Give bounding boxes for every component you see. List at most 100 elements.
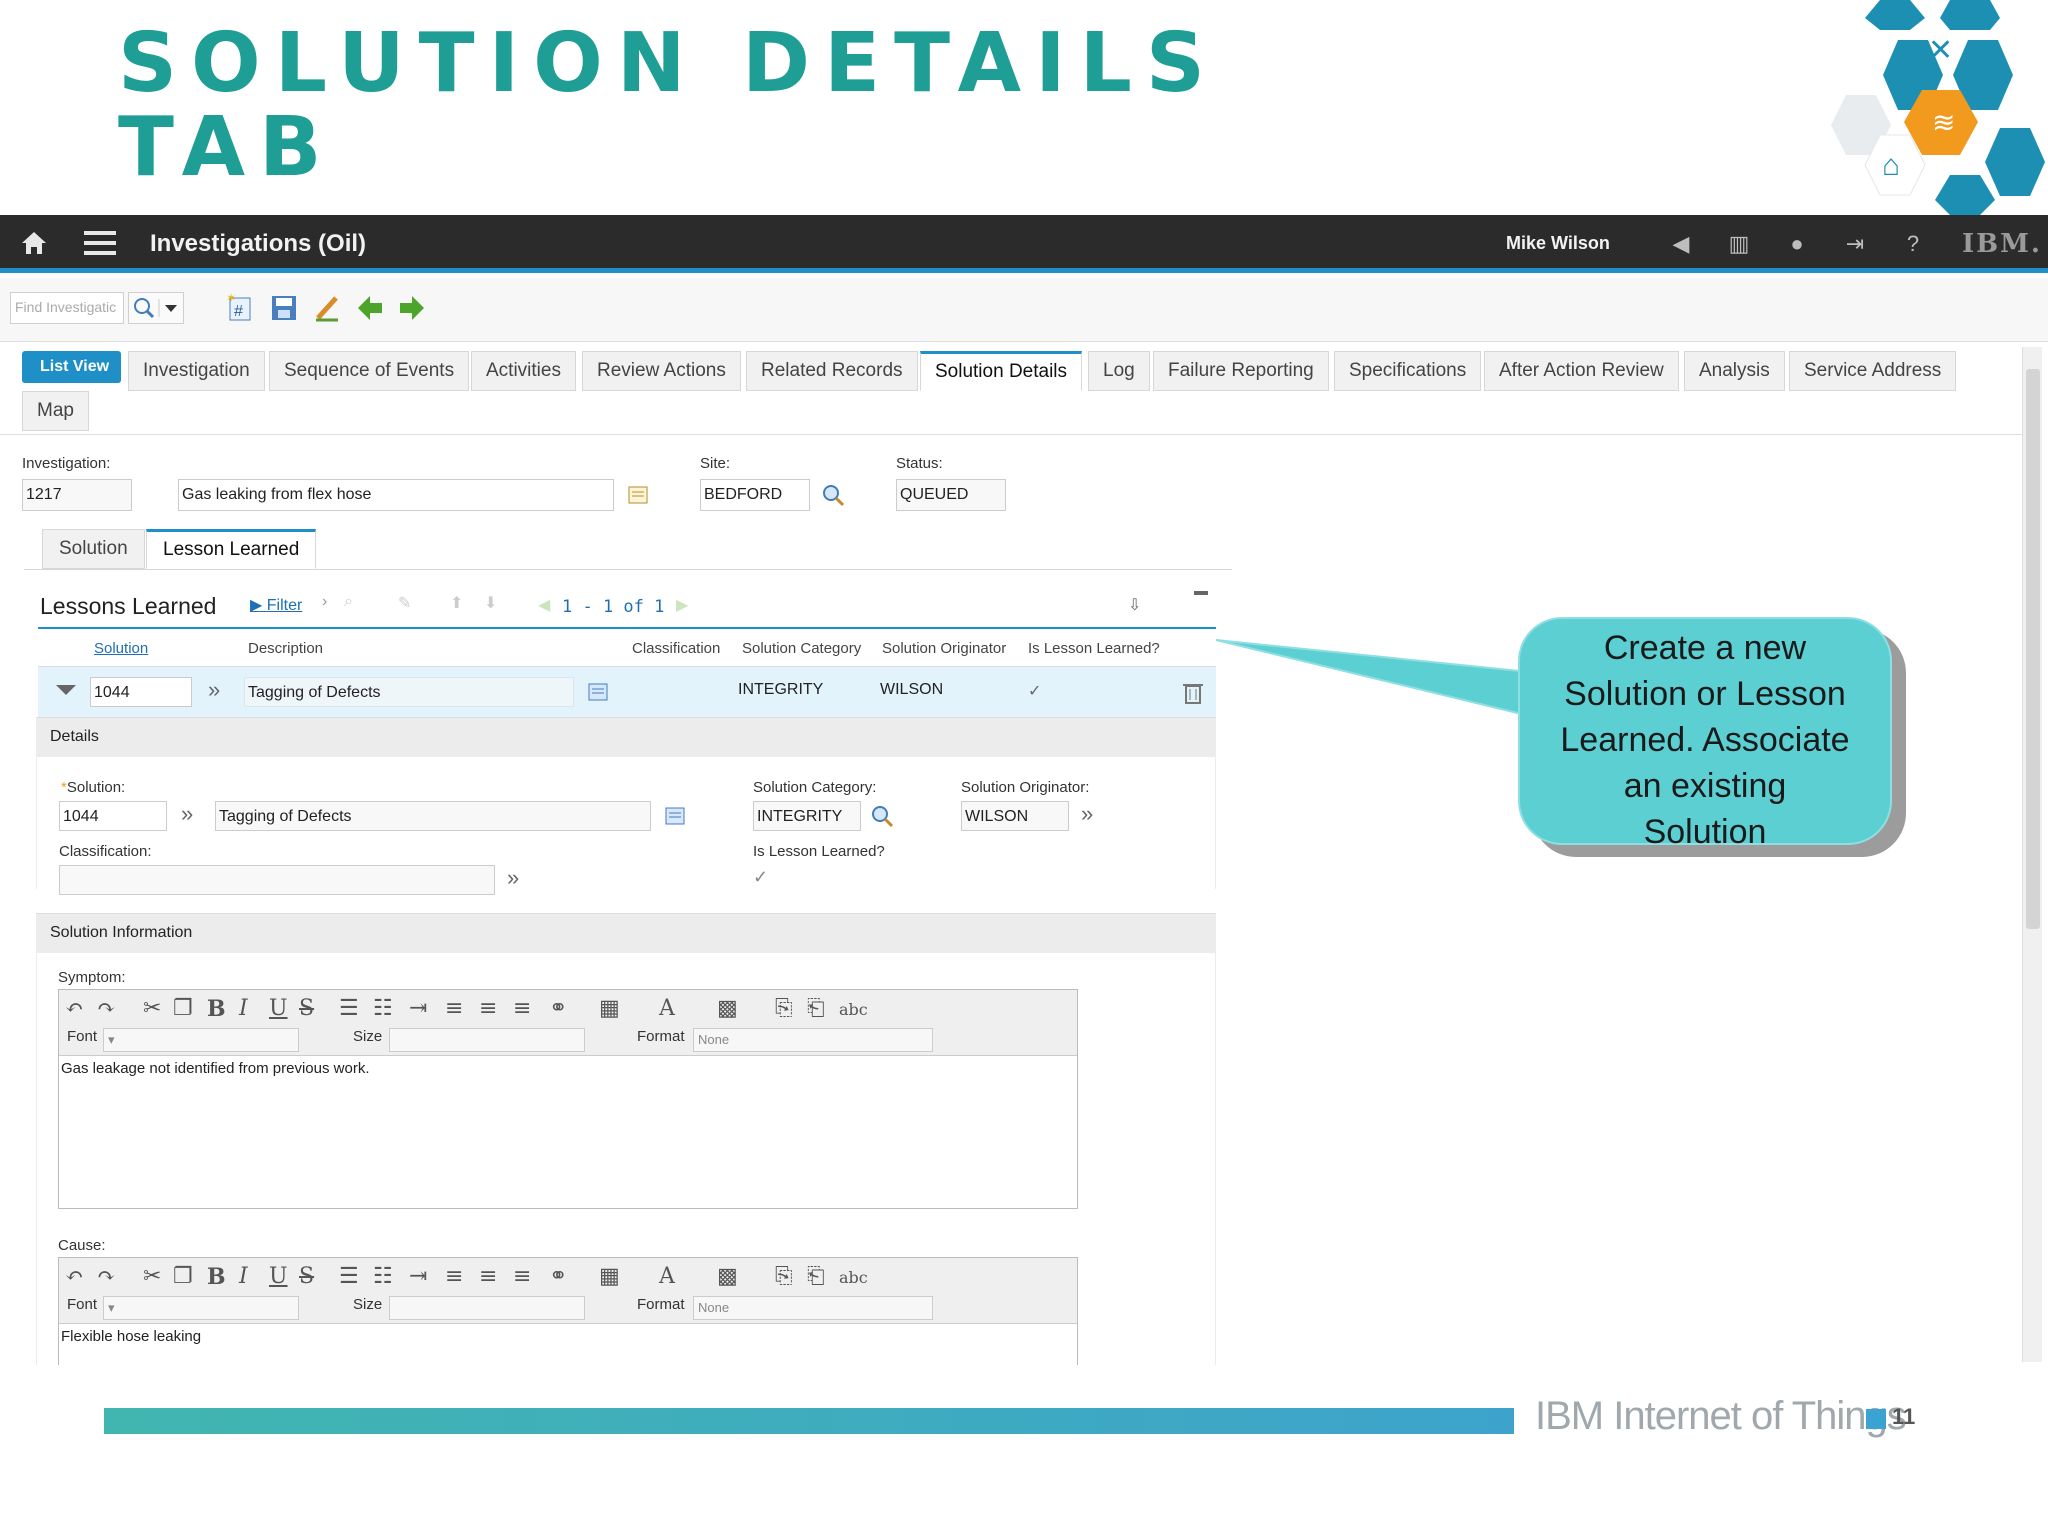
help-icon[interactable]: ? bbox=[1900, 231, 1926, 257]
cause-editor[interactable]: ↶ ↷ ✂ ❐ B I U S ☰ ☷ ⇥ ≡ ≡ ≡ ⚭ ▦ A ▩ ⎘ ⎗ … bbox=[58, 1257, 1078, 1365]
indent-icon[interactable]: ⇥ bbox=[409, 1264, 427, 1289]
collapse-table-icon[interactable] bbox=[1194, 591, 1208, 595]
solution-long-description-icon[interactable] bbox=[663, 803, 689, 829]
filter-link[interactable]: ▶ Filter bbox=[250, 595, 302, 615]
tab-log[interactable]: Log bbox=[1088, 351, 1150, 391]
font-select[interactable]: ▾ bbox=[103, 1296, 299, 1320]
solution-category-field[interactable]: INTEGRITY bbox=[753, 801, 861, 831]
home-icon[interactable] bbox=[20, 229, 48, 257]
new-record-icon[interactable]: #✶ bbox=[224, 292, 256, 324]
align-right-icon[interactable]: ≡ bbox=[513, 1264, 531, 1289]
next-page-icon[interactable]: ▶ bbox=[676, 595, 688, 615]
table-icon[interactable]: ▦ bbox=[599, 996, 620, 1021]
underline-icon[interactable]: U bbox=[269, 1264, 288, 1289]
solution-originator-field[interactable]: WILSON bbox=[961, 801, 1069, 831]
site-field[interactable]: BEDFORD bbox=[700, 479, 810, 511]
table-icon[interactable]: ▦ bbox=[599, 1264, 620, 1289]
align-left-icon[interactable]: ≡ bbox=[445, 1264, 463, 1289]
redo-icon[interactable]: ↷ bbox=[97, 1264, 115, 1289]
background-color-icon[interactable]: ▩ bbox=[717, 996, 738, 1021]
subtab-lesson-learned[interactable]: Lesson Learned bbox=[146, 529, 317, 569]
download-icon[interactable]: ⇩ bbox=[1128, 595, 1141, 615]
previous-record-icon[interactable] bbox=[354, 292, 386, 324]
user-name[interactable]: Mike Wilson bbox=[1506, 233, 1610, 254]
source-icon[interactable]: ⎘ bbox=[775, 996, 793, 1021]
format-select[interactable]: None bbox=[693, 1296, 933, 1320]
col-solution-originator[interactable]: Solution Originator bbox=[882, 640, 1006, 657]
symptom-text[interactable]: Gas leakage not identified from previous… bbox=[59, 1056, 1077, 1081]
col-is-lesson-learned[interactable]: Is Lesson Learned? bbox=[1028, 640, 1160, 657]
find-search-button[interactable] bbox=[128, 292, 184, 324]
cut-icon[interactable]: ✂ bbox=[143, 1264, 161, 1289]
table-row[interactable]: 1044 » Tagging of Defects INTEGRITY WILS… bbox=[38, 667, 1216, 717]
classification-field[interactable] bbox=[59, 865, 495, 895]
redo-icon[interactable]: ↷ bbox=[97, 996, 115, 1021]
long-description-icon[interactable] bbox=[626, 482, 652, 508]
solution-description-field[interactable]: Tagging of Defects bbox=[215, 801, 651, 831]
tab-map[interactable]: Map bbox=[22, 391, 89, 431]
tab-related-records[interactable]: Related Records bbox=[746, 351, 918, 391]
tab-specifications[interactable]: Specifications bbox=[1334, 351, 1482, 391]
background-color-icon[interactable]: ▩ bbox=[717, 1264, 738, 1289]
subtab-solution[interactable]: Solution bbox=[42, 529, 145, 569]
align-center-icon[interactable]: ≡ bbox=[479, 1264, 497, 1289]
vertical-scrollbar[interactable] bbox=[2022, 347, 2042, 1362]
solution-detail-menu-icon[interactable]: » bbox=[181, 801, 193, 827]
clear-changes-icon[interactable] bbox=[312, 292, 344, 324]
classification-detail-menu-icon[interactable]: » bbox=[507, 865, 519, 891]
strikethrough-icon[interactable]: S bbox=[299, 996, 314, 1021]
align-center-icon[interactable]: ≡ bbox=[479, 996, 497, 1021]
reports-icon[interactable]: ▥ bbox=[1726, 231, 1752, 257]
numbered-list-icon[interactable]: ☰ bbox=[339, 996, 359, 1021]
size-select[interactable] bbox=[389, 1296, 585, 1320]
delete-row-icon[interactable] bbox=[1180, 679, 1206, 705]
format-select[interactable]: None bbox=[693, 1028, 933, 1052]
solution-field[interactable]: 1044 bbox=[59, 801, 167, 831]
cause-text[interactable]: Flexible hose leaking bbox=[59, 1324, 1077, 1349]
link-icon[interactable]: ⚭ bbox=[549, 996, 567, 1021]
italic-icon[interactable]: I bbox=[239, 1264, 248, 1289]
row-description-field[interactable]: Tagging of Defects bbox=[244, 677, 574, 707]
copy-icon[interactable]: ❐ bbox=[173, 996, 193, 1021]
paste-icon[interactable]: ⎗ bbox=[807, 996, 825, 1021]
hamburger-menu-icon[interactable] bbox=[84, 231, 116, 255]
cut-icon[interactable]: ✂ bbox=[143, 996, 161, 1021]
find-icon[interactable]: ⌕ bbox=[344, 593, 353, 611]
sort-down-icon[interactable]: ⬇ bbox=[484, 593, 497, 613]
col-solution-category[interactable]: Solution Category bbox=[742, 640, 861, 657]
investigation-description-field[interactable]: Gas leaking from flex hose bbox=[178, 479, 614, 511]
tab-after-action-review[interactable]: After Action Review bbox=[1484, 351, 1679, 391]
row-long-description-icon[interactable] bbox=[586, 679, 612, 705]
is-lesson-learned-checkbox[interactable]: ✓ bbox=[753, 867, 768, 888]
bullet-list-icon[interactable]: ☷ bbox=[373, 996, 393, 1021]
sort-up-icon[interactable]: ⬆ bbox=[450, 593, 463, 613]
tab-failure-reporting[interactable]: Failure Reporting bbox=[1153, 351, 1329, 391]
clear-filter-icon[interactable]: ✎ bbox=[398, 593, 411, 613]
investigation-id-field[interactable]: 1217 bbox=[22, 479, 132, 511]
size-select[interactable] bbox=[389, 1028, 585, 1052]
tab-solution-details[interactable]: Solution Details bbox=[920, 351, 1083, 391]
italic-icon[interactable]: I bbox=[239, 996, 248, 1021]
col-classification[interactable]: Classification bbox=[632, 640, 720, 657]
sign-out-icon[interactable]: ⇥ bbox=[1842, 231, 1868, 257]
text-color-icon[interactable]: A bbox=[659, 1264, 675, 1289]
spellcheck-icon[interactable]: abc bbox=[839, 1000, 868, 1019]
spellcheck-icon[interactable]: abc bbox=[839, 1268, 868, 1287]
previous-page-icon[interactable]: ◀ bbox=[538, 595, 550, 615]
filter-expand-icon[interactable]: › bbox=[322, 593, 327, 611]
tab-analysis[interactable]: Analysis bbox=[1684, 351, 1785, 391]
row-expand-icon[interactable] bbox=[56, 685, 76, 695]
tab-investigation[interactable]: Investigation bbox=[128, 351, 265, 391]
copy-icon[interactable]: ❐ bbox=[173, 1264, 193, 1289]
tab-review-actions[interactable]: Review Actions bbox=[582, 351, 741, 391]
next-record-icon[interactable] bbox=[396, 292, 428, 324]
profile-icon[interactable]: ● bbox=[1784, 231, 1810, 257]
originator-detail-menu-icon[interactable]: » bbox=[1081, 801, 1093, 827]
col-description[interactable]: Description bbox=[248, 640, 323, 657]
row-solution-field[interactable]: 1044 bbox=[90, 677, 192, 707]
bold-icon[interactable]: B bbox=[207, 1264, 226, 1290]
bulletin-icon[interactable]: ◀ bbox=[1668, 231, 1694, 257]
site-lookup-icon[interactable] bbox=[820, 482, 846, 508]
underline-icon[interactable]: U bbox=[269, 996, 288, 1021]
undo-icon[interactable]: ↶ bbox=[65, 996, 83, 1021]
